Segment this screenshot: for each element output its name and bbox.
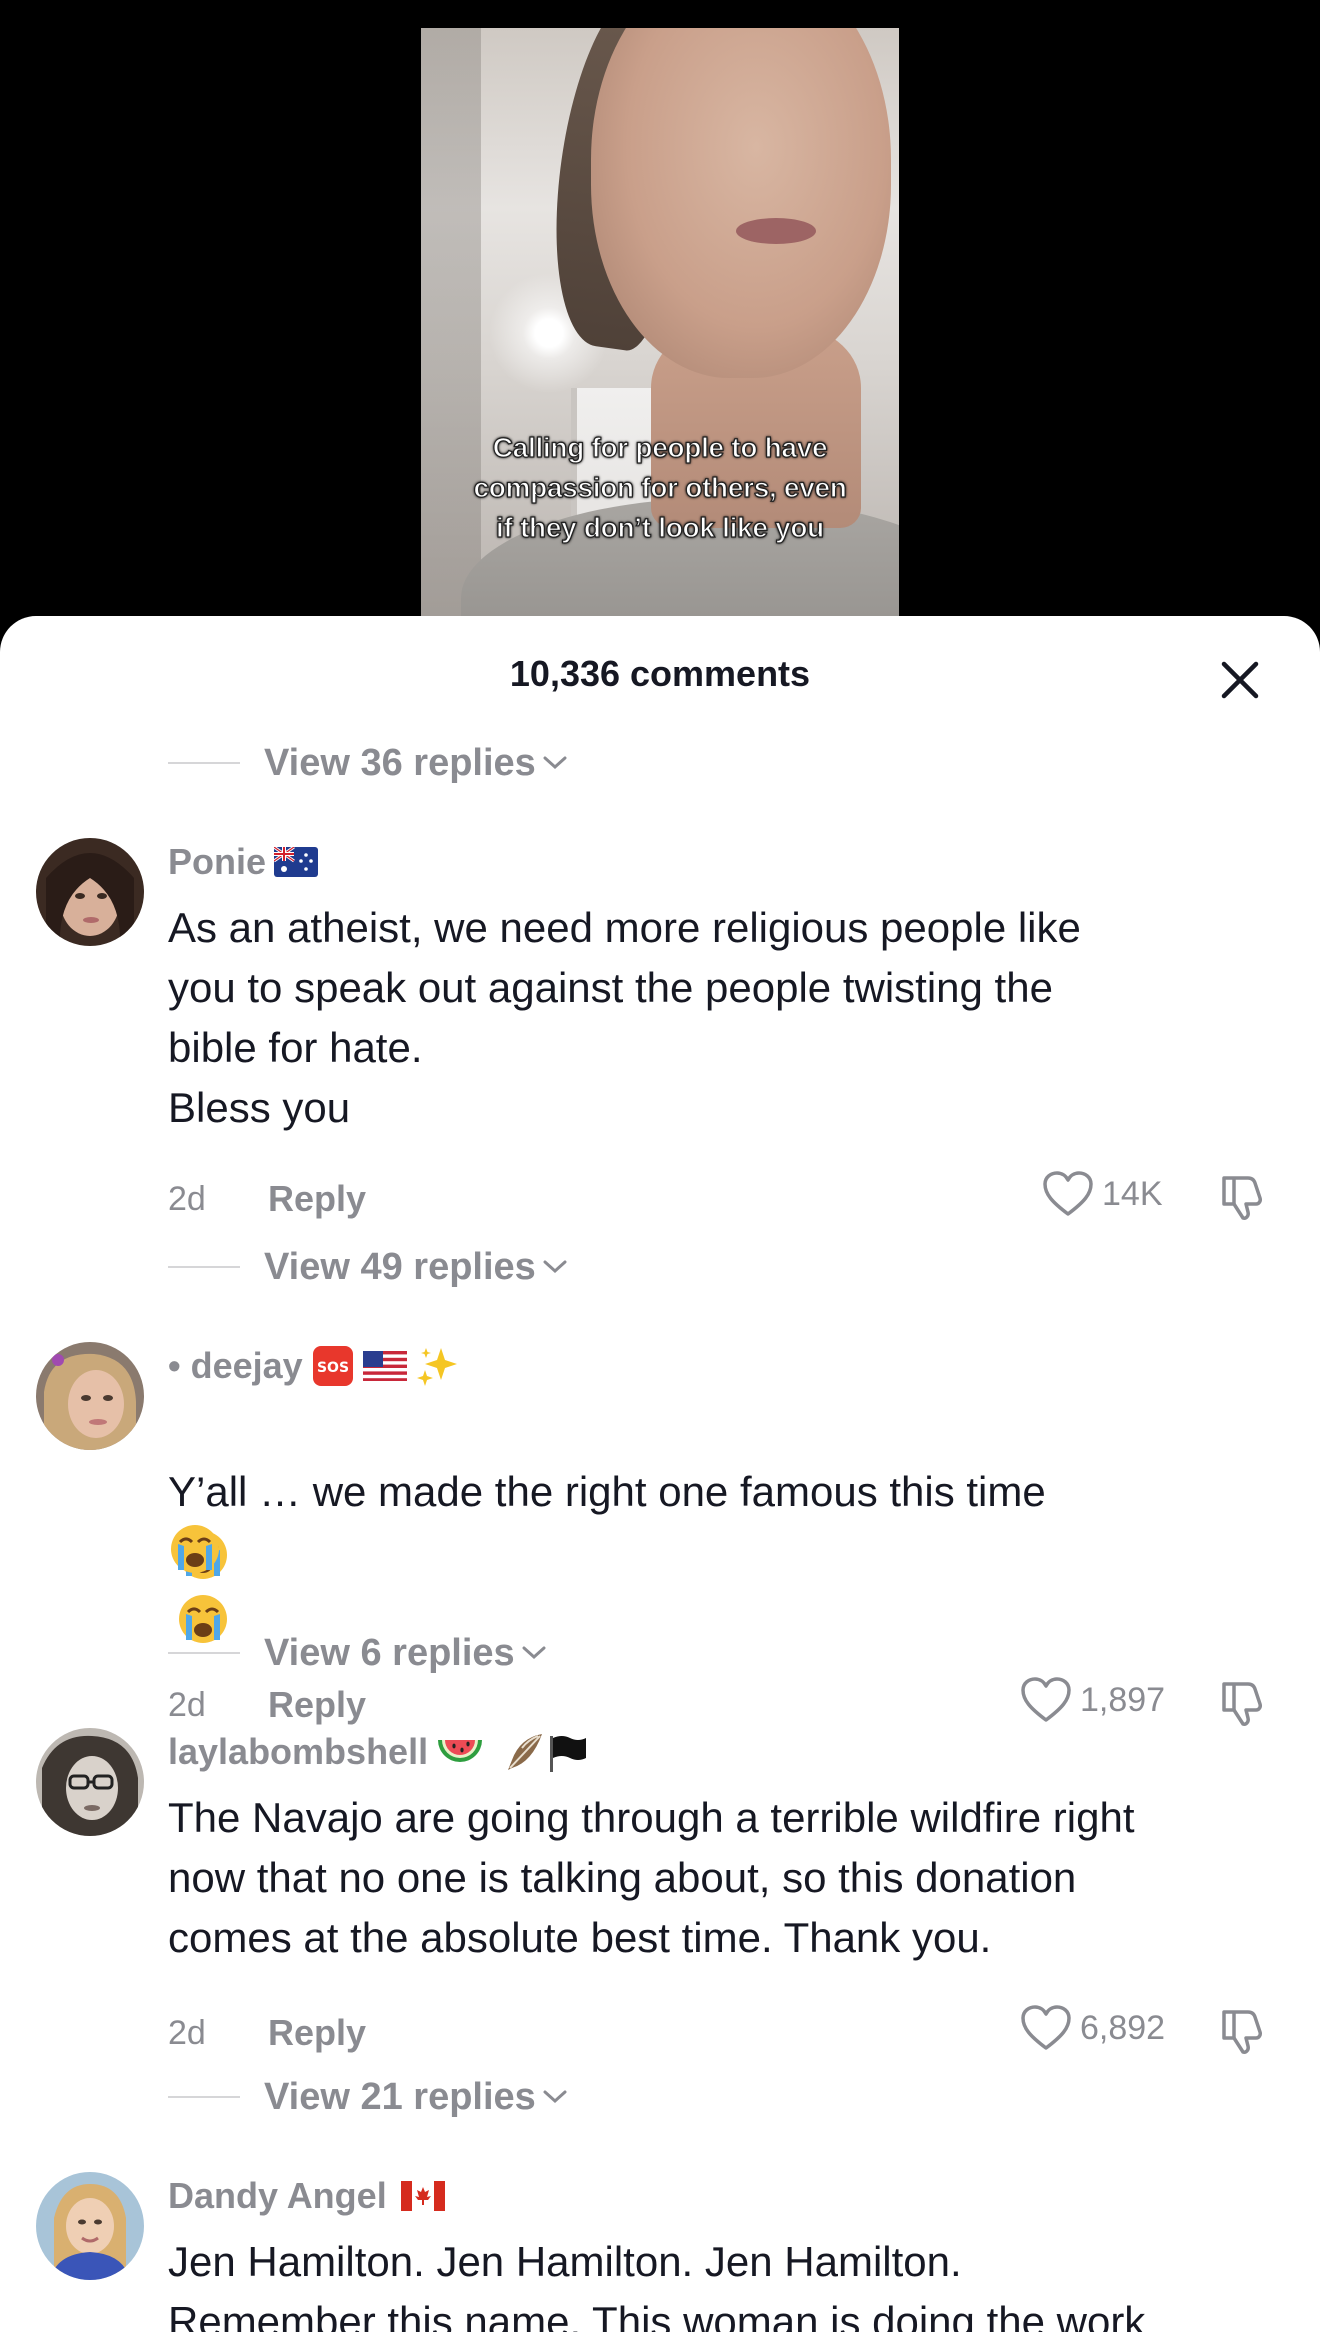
view-replies-button[interactable]: View 21 replies <box>168 2074 568 2120</box>
avatar[interactable] <box>36 838 144 946</box>
comments-sheet: 10,336 comments View 36 replies Ponie As… <box>0 616 1320 2332</box>
canada-flag-icon <box>400 2181 445 2211</box>
avatar[interactable] <box>36 1342 144 1450</box>
avatar[interactable] <box>36 2172 144 2280</box>
like-count: 6,892 <box>1080 2008 1166 2047</box>
avatar[interactable] <box>36 1728 144 1836</box>
comment-username[interactable]: • deejay SOS <box>168 1342 459 1390</box>
thumbs-down-icon <box>1222 2010 1262 2054</box>
chevron-down-icon <box>543 1260 567 1274</box>
view-replies-button[interactable]: View 6 replies <box>168 1630 547 1676</box>
us-flag-icon <box>362 1351 407 1381</box>
chevron-down-icon <box>522 1646 546 1660</box>
loudly-crying-icon <box>168 1522 222 1576</box>
like-button[interactable]: 14K <box>1042 1170 1163 1218</box>
like-count: 14K <box>1102 1174 1163 1213</box>
dislike-button[interactable] <box>1218 2006 1270 2063</box>
dislike-button[interactable] <box>1218 1172 1270 1229</box>
sos-icon: SOS <box>311 1344 355 1388</box>
comment-username[interactable]: Dandy Angel <box>168 2172 445 2220</box>
heart-icon <box>1043 1171 1093 1216</box>
like-button[interactable]: 1,897 <box>1020 1676 1165 1724</box>
sparkles-icon <box>415 1344 459 1388</box>
comment-text: Jen Hamilton. Jen Hamilton. Jen Hamilton… <box>168 2238 1146 2332</box>
comment-text: As an atheist, we need more religious pe… <box>168 904 1081 1131</box>
like-button[interactable]: 6,892 <box>1020 2004 1165 2052</box>
view-replies-label: View 6 replies <box>264 1631 515 1674</box>
view-replies-button[interactable]: View 49 replies <box>168 1244 568 1290</box>
black-flag-icon <box>546 1730 590 1774</box>
dislike-button[interactable] <box>1218 1678 1270 1735</box>
caption-line: Calling for people to have <box>492 431 828 463</box>
reply-button[interactable]: Reply <box>268 1178 366 1220</box>
chevron-down-icon <box>543 756 567 770</box>
caption-line: if they don’t look like you <box>495 511 824 543</box>
thumbs-down-icon <box>1222 1176 1262 1220</box>
comment-username[interactable]: Ponie <box>168 838 319 886</box>
video-caption: Calling for people to have compassion fo… <box>421 428 899 548</box>
comment-time: 2d <box>168 2014 206 2052</box>
like-count: 1,897 <box>1080 1680 1166 1719</box>
divider <box>168 1266 240 1268</box>
comment-time: 2d <box>168 1180 206 1218</box>
watermelon-icon <box>436 1732 484 1772</box>
heart-icon <box>1021 2005 1071 2050</box>
comment-count-title: 10,336 comments <box>509 653 811 694</box>
video-area: Calling for people to have compassion fo… <box>0 0 1320 640</box>
caption-line: compassion for others, even <box>473 471 848 503</box>
thumbs-down-icon <box>1222 1682 1262 1726</box>
comment-time: 2d <box>168 1686 206 1724</box>
chevron-down-icon <box>543 2090 567 2104</box>
comment-username[interactable]: laylabombshell <box>168 1728 590 1776</box>
divider <box>168 2096 240 2098</box>
comment-text: The Navajo are going through a terrible … <box>168 1794 1135 1961</box>
australia-flag-icon <box>274 847 319 877</box>
view-replies-label: View 36 replies <box>264 741 536 784</box>
view-replies-label: View 21 replies <box>264 2075 536 2118</box>
reply-button[interactable]: Reply <box>268 1684 366 1726</box>
divider <box>168 1652 240 1654</box>
heart-icon <box>1021 1677 1071 1722</box>
reply-button[interactable]: Reply <box>268 2012 366 2054</box>
svg-text:SOS: SOS <box>317 1360 349 1376</box>
close-icon <box>1221 661 1259 699</box>
view-replies-label: View 49 replies <box>264 1245 536 1288</box>
divider <box>168 762 240 764</box>
close-button[interactable] <box>1210 650 1270 710</box>
feather-icon <box>502 1730 546 1774</box>
view-replies-button[interactable]: View 36 replies <box>168 740 568 786</box>
